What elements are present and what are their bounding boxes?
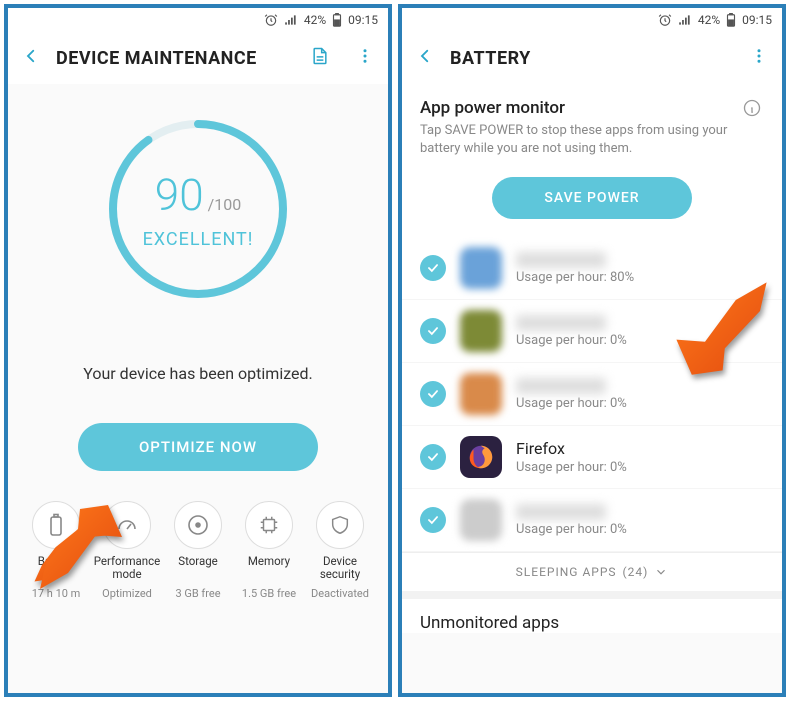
save-power-button[interactable]: SAVE POWER <box>492 177 692 219</box>
app-bar: DEVICE MAINTENANCE <box>8 32 388 84</box>
chip-performance[interactable]: Performance mode Optimized <box>93 501 161 600</box>
checkbox[interactable] <box>420 318 446 344</box>
app-icon <box>460 499 502 541</box>
signal-icon <box>678 13 692 27</box>
storage-icon <box>186 513 210 537</box>
back-button[interactable] <box>416 47 434 69</box>
page-title: DEVICE MAINTENANCE <box>56 48 257 69</box>
battery-icon <box>726 13 736 27</box>
signal-icon <box>284 13 298 27</box>
category-chips: Battery 17 h 10 m Performance mode Optim… <box>8 471 388 610</box>
status-bar: 42% 09:15 <box>8 8 388 32</box>
memory-icon <box>258 514 280 536</box>
app-icon <box>460 436 502 478</box>
alarm-icon <box>264 13 278 27</box>
clock: 09:15 <box>348 13 378 27</box>
checkbox[interactable] <box>420 381 446 407</box>
checkbox[interactable] <box>420 255 446 281</box>
chip-memory[interactable]: Memory 1.5 GB free <box>235 501 303 600</box>
app-bar: BATTERY <box>402 32 782 84</box>
checkbox[interactable] <box>420 507 446 533</box>
app-name <box>516 378 606 394</box>
battery-icon <box>332 13 342 27</box>
app-row[interactable]: Usage per hour: 0% <box>402 363 782 426</box>
app-usage: Usage per hour: 0% <box>516 333 764 348</box>
more-button[interactable] <box>356 47 374 69</box>
battery-icon <box>46 513 66 537</box>
section-desc: Tap SAVE POWER to stop these apps from u… <box>420 122 764 157</box>
gauge-icon <box>115 513 139 537</box>
app-name <box>516 315 606 331</box>
unmonitored-apps-header[interactable]: Unmonitored apps <box>402 591 782 633</box>
page-title: BATTERY <box>450 48 531 69</box>
chip-storage[interactable]: Storage 3 GB free <box>164 501 232 600</box>
chip-battery[interactable]: Battery 17 h 10 m <box>22 501 90 600</box>
score-gauge: 90/100 EXCELLENT! <box>103 114 293 304</box>
app-row[interactable]: Firefox Usage per hour: 0% <box>402 426 782 489</box>
history-button[interactable] <box>310 46 330 70</box>
score-label: EXCELLENT! <box>103 229 293 250</box>
battery-pct: 42% <box>304 13 326 27</box>
shield-icon <box>329 513 351 537</box>
app-icon <box>460 373 502 415</box>
alarm-icon <box>658 13 672 27</box>
app-name <box>516 252 606 268</box>
chevron-down-icon <box>654 565 668 579</box>
sleeping-apps-toggle[interactable]: SLEEPING APPS (24) <box>402 552 782 591</box>
status-bar: 42% 09:15 <box>402 8 782 32</box>
chip-security[interactable]: Device security Deactivated <box>306 501 374 600</box>
app-usage: Usage per hour: 80% <box>516 270 764 285</box>
app-row[interactable]: Usage per hour: 0% <box>402 489 782 552</box>
score-of: /100 <box>208 195 242 214</box>
optimized-message: Your device has been optimized. <box>83 364 313 383</box>
app-usage: Usage per hour: 0% <box>516 522 764 537</box>
clock: 09:15 <box>742 13 772 27</box>
app-usage: Usage per hour: 0% <box>516 396 764 411</box>
back-button[interactable] <box>22 47 40 69</box>
app-name: Firefox <box>516 439 764 458</box>
app-usage: Usage per hour: 0% <box>516 460 764 475</box>
app-power-monitor-section: App power monitor Tap SAVE POWER to stop… <box>402 84 782 163</box>
app-row[interactable]: Usage per hour: 80% <box>402 237 782 300</box>
app-row[interactable]: Usage per hour: 0% <box>402 300 782 363</box>
app-list: Usage per hour: 80% Usage per hour: 0% Usa… <box>402 237 782 552</box>
app-icon <box>460 247 502 289</box>
section-title: App power monitor <box>420 98 764 118</box>
optimize-now-button[interactable]: OPTIMIZE NOW <box>78 423 318 471</box>
checkbox[interactable] <box>420 444 446 470</box>
battery-pct: 42% <box>698 13 720 27</box>
app-name <box>516 504 606 520</box>
app-icon <box>460 310 502 352</box>
more-button[interactable] <box>750 47 768 69</box>
info-icon[interactable] <box>742 98 762 122</box>
score: 90 <box>155 169 204 221</box>
